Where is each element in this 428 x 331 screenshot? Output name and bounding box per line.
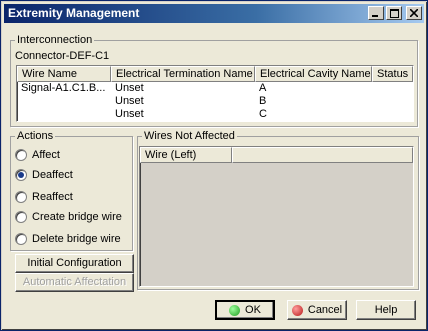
wire-name-cell bbox=[17, 95, 111, 108]
status-cell bbox=[372, 82, 413, 95]
ok-button[interactable]: OK bbox=[215, 300, 275, 320]
cavity-cell: B bbox=[259, 95, 267, 107]
wires-not-affected-legend: Wires Not Affected bbox=[144, 130, 235, 142]
cavity-cell: A bbox=[259, 82, 267, 94]
radio-deaffect[interactable]: Deaffect bbox=[15, 168, 73, 182]
col-wire-left[interactable]: Wire (Left) bbox=[140, 147, 232, 163]
ok-icon bbox=[229, 304, 241, 316]
col-status[interactable]: Status bbox=[372, 66, 413, 82]
col-termination-name[interactable]: Electrical Termination Name bbox=[111, 66, 255, 82]
radio-button-icon bbox=[15, 211, 27, 223]
radio-label: Delete bridge wire bbox=[32, 233, 121, 245]
radio-button-icon bbox=[15, 233, 27, 245]
col-filler bbox=[232, 147, 413, 163]
col-cavity-name[interactable]: Electrical Cavity Name bbox=[255, 66, 372, 82]
radio-button-icon bbox=[15, 149, 27, 161]
wire-name-cell bbox=[17, 108, 111, 121]
termination-cell: Unset bbox=[115, 95, 144, 107]
close-button[interactable] bbox=[406, 6, 422, 20]
table-row[interactable]: Signal-A1.C1.B... Unset A bbox=[17, 82, 413, 95]
col-wire-name[interactable]: Wire Name bbox=[17, 66, 111, 82]
cancel-label: Cancel bbox=[307, 303, 343, 316]
window-controls bbox=[368, 6, 422, 20]
table-row[interactable]: Unset B bbox=[17, 95, 413, 108]
radio-label: Create bridge wire bbox=[32, 211, 122, 223]
radio-reaffect[interactable]: Reaffect bbox=[15, 190, 73, 204]
radio-create-bridge-wire[interactable]: Create bridge wire bbox=[15, 210, 122, 224]
ok-label: OK bbox=[245, 303, 261, 316]
wire-name-cell: Signal-A1.C1.B... bbox=[21, 82, 106, 94]
close-icon bbox=[410, 9, 418, 17]
termination-cell: Unset bbox=[115, 108, 144, 120]
actions-legend: Actions bbox=[17, 130, 54, 142]
automatic-affectation-button[interactable]: Automatic Affectation bbox=[15, 273, 134, 292]
radio-label: Deaffect bbox=[32, 169, 73, 181]
cancel-icon bbox=[291, 304, 303, 316]
radio-button-icon bbox=[15, 191, 27, 203]
list-header: Wire (Left) bbox=[140, 147, 413, 163]
title-bar[interactable]: Extremity Management bbox=[4, 4, 424, 23]
table-row[interactable]: Unset C bbox=[17, 108, 413, 121]
minimize-icon bbox=[372, 15, 378, 17]
connector-name: Connector-DEF-C1 bbox=[15, 50, 110, 62]
termination-cell: Unset bbox=[115, 82, 144, 94]
radio-label: Reaffect bbox=[32, 191, 73, 203]
maximize-icon bbox=[389, 8, 399, 18]
status-cell bbox=[372, 108, 413, 121]
radio-delete-bridge-wire[interactable]: Delete bridge wire bbox=[15, 232, 121, 246]
interconnection-legend: Interconnection bbox=[17, 34, 93, 46]
help-button[interactable]: Help bbox=[356, 300, 416, 320]
radio-label: Affect bbox=[32, 149, 60, 161]
cavity-cell: C bbox=[259, 108, 267, 120]
radio-affect[interactable]: Affect bbox=[15, 148, 60, 162]
window-title: Extremity Management bbox=[8, 6, 140, 20]
cancel-button[interactable]: Cancel bbox=[287, 300, 347, 320]
wire-termination-list[interactable]: Wire Name Electrical Termination Name El… bbox=[16, 65, 414, 122]
status-cell bbox=[372, 95, 413, 108]
radio-button-selected-icon bbox=[15, 169, 27, 181]
minimize-button[interactable] bbox=[368, 6, 384, 20]
initial-configuration-button[interactable]: Initial Configuration bbox=[15, 254, 134, 273]
maximize-button[interactable] bbox=[386, 6, 402, 20]
extremity-management-dialog: Extremity Management Interconnection Con… bbox=[0, 0, 428, 331]
wires-not-affected-list[interactable]: Wire (Left) bbox=[139, 146, 414, 287]
list-header: Wire Name Electrical Termination Name El… bbox=[17, 66, 413, 82]
